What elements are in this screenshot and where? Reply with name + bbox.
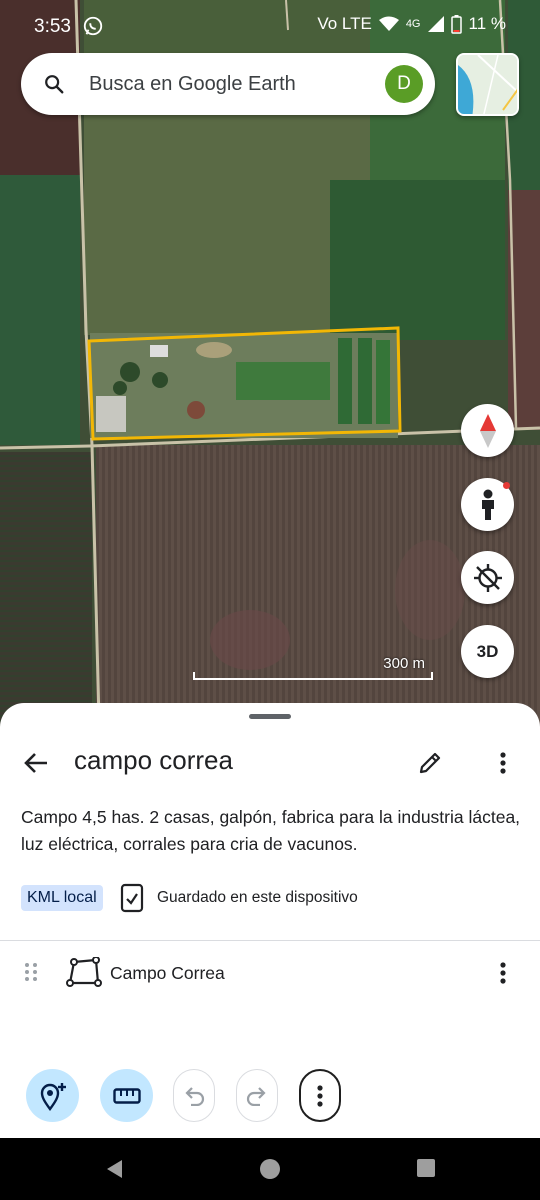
redo-icon — [246, 1086, 266, 1106]
compass-icon — [479, 413, 496, 448]
polygon-icon — [66, 957, 102, 987]
location-off-icon — [473, 563, 502, 592]
street-view-button[interactable] — [461, 478, 514, 531]
kml-badge: KML local — [21, 885, 103, 911]
wifi-icon — [378, 16, 399, 31]
more-vert-icon — [317, 1084, 323, 1107]
notification-dot — [503, 482, 510, 489]
layers-button[interactable] — [456, 53, 519, 116]
street-view-icon — [481, 489, 494, 520]
search-bar[interactable]: D — [21, 53, 435, 115]
drag-handle-icon[interactable] — [23, 961, 39, 983]
undo-icon — [185, 1086, 205, 1106]
more-vert-icon — [500, 752, 506, 774]
more-vert-icon — [500, 962, 506, 984]
home-nav-icon[interactable] — [259, 1158, 281, 1180]
back-nav-icon[interactable] — [104, 1158, 124, 1180]
toolbar-more-button[interactable] — [299, 1069, 341, 1122]
feature-list-label: Campo Correa — [110, 963, 225, 983]
feature-details-sheet: campo correa Campo 4,5 has. 2 casas, gal… — [0, 703, 540, 1138]
layers-icon — [458, 55, 517, 114]
saved-status: Guardado en este dispositivo — [157, 889, 358, 906]
whatsapp-icon — [83, 16, 103, 36]
avatar[interactable]: D — [385, 65, 423, 103]
scale-label: 300 m — [383, 655, 425, 672]
volte-indicator: Vo LTE — [317, 14, 372, 33]
system-nav-bar — [0, 1138, 540, 1200]
divider — [0, 940, 540, 941]
my-location-button[interactable] — [461, 551, 514, 604]
ruler-icon — [112, 1087, 141, 1104]
item-more-button[interactable] — [485, 955, 521, 991]
undo-button[interactable] — [173, 1069, 215, 1122]
redo-button[interactable] — [236, 1069, 278, 1122]
add-place-icon — [40, 1082, 66, 1111]
recents-nav-icon[interactable] — [416, 1158, 436, 1178]
search-icon — [45, 75, 64, 94]
status-bar: 3:53 Vo LTE 4G 11 % — [0, 0, 540, 52]
more-options-button[interactable] — [485, 745, 521, 781]
3d-toggle-button[interactable]: 3D — [461, 625, 514, 678]
battery-percent: 11 % — [468, 14, 507, 33]
network-type: 4G — [405, 18, 421, 30]
satellite-map[interactable]: 3:53 Vo LTE 4G 11 % Busca en Google Eart… — [0, 0, 540, 760]
edit-pencil-icon — [419, 752, 441, 774]
battery-icon — [450, 14, 462, 34]
feature-description: Campo 4,5 has. 2 casas, galpón, fabrica … — [21, 807, 521, 854]
signal-icon — [427, 16, 444, 32]
back-button[interactable] — [18, 745, 54, 781]
sheet-drag-handle[interactable] — [249, 714, 291, 719]
saved-device-icon — [120, 883, 144, 913]
scale-line — [193, 672, 433, 680]
edit-button[interactable] — [412, 745, 448, 781]
add-place-button[interactable] — [26, 1069, 79, 1122]
search-input[interactable] — [89, 67, 369, 101]
scale-bar: 300 m — [193, 655, 435, 681]
compass-button[interactable] — [461, 404, 514, 457]
clock: 3:53 — [34, 16, 71, 37]
feature-title: campo correa — [74, 745, 233, 775]
measure-button[interactable] — [100, 1069, 153, 1122]
list-item[interactable]: Campo Correa — [0, 953, 540, 993]
back-arrow-icon — [24, 753, 47, 773]
